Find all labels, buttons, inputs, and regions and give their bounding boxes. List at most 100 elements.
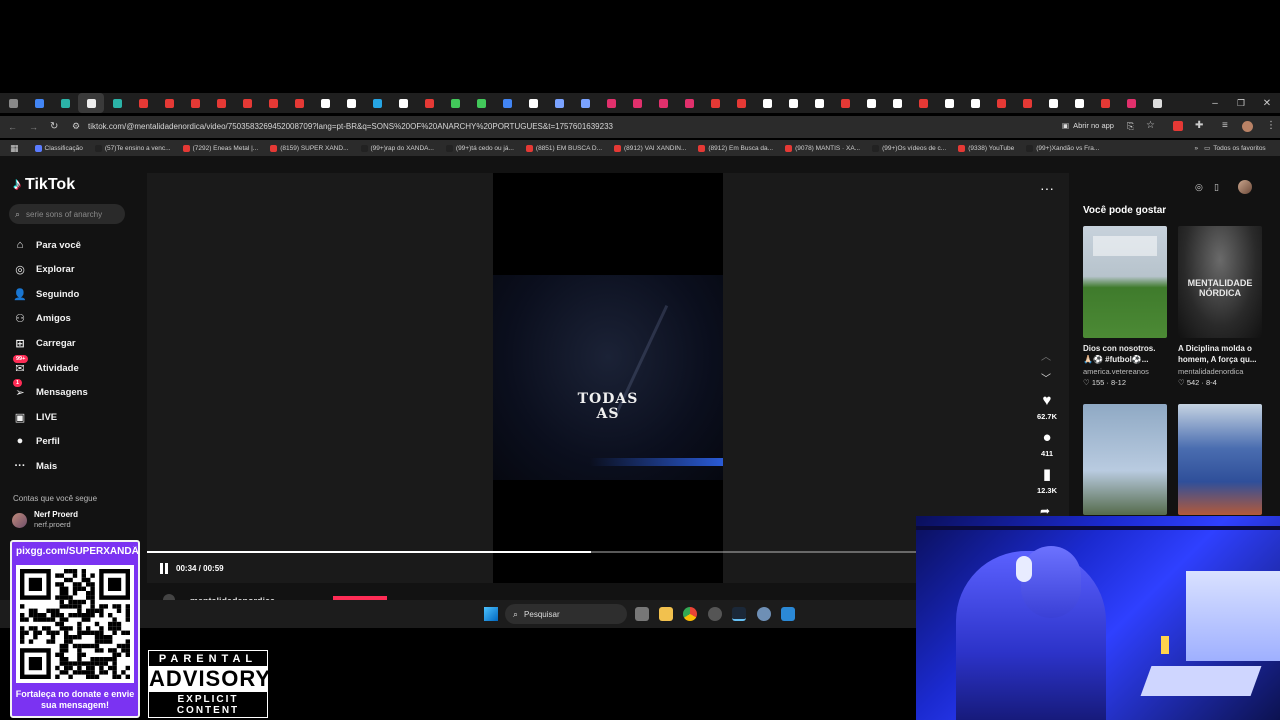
bookmark-item[interactable]: (99+)rap do XANDÃ...: [355, 144, 440, 152]
browser-tab[interactable]: [1092, 93, 1118, 113]
user-avatar[interactable]: [1238, 180, 1252, 194]
windows-start-icon[interactable]: [484, 607, 498, 621]
browser-tab[interactable]: [702, 93, 728, 113]
comment-action[interactable]: ● 411: [1034, 430, 1060, 459]
browser-tab[interactable]: [338, 93, 364, 113]
browser-tab[interactable]: [520, 93, 546, 113]
save-action[interactable]: ▮ 12.3K: [1034, 467, 1060, 496]
minimize-icon[interactable]: –: [1202, 98, 1228, 109]
bookmark-item[interactable]: (99+)tá cedo ou já...: [440, 144, 520, 152]
sidebar-item-live[interactable]: ▣ LIVE: [13, 410, 57, 424]
browser-tab[interactable]: [442, 93, 468, 113]
url-field[interactable]: tiktok.com/@mentalidadenordica/video/750…: [88, 122, 613, 131]
app-icon[interactable]: [781, 607, 795, 621]
browser-tab[interactable]: [364, 93, 390, 113]
tiktok-logo[interactable]: ♪ TikTok: [13, 176, 75, 194]
forward-icon[interactable]: →: [29, 122, 38, 132]
bookmark-item[interactable]: (9078) MANTIS · XA...: [779, 144, 866, 152]
extensions-icon[interactable]: ✚: [1195, 120, 1203, 131]
browser-tab[interactable]: [676, 93, 702, 113]
file-explorer-icon[interactable]: [659, 607, 673, 621]
browser-tab[interactable]: [884, 93, 910, 113]
suggestion-card[interactable]: [1083, 404, 1167, 515]
suggestion-card[interactable]: Dios con nosotros. 🙏🏻⚽ #futbol⚽... ameri…: [1083, 226, 1167, 387]
browser-tab[interactable]: [572, 93, 598, 113]
following-account[interactable]: Nerf Proerd nerf.proerd: [12, 510, 78, 530]
sidebar-item-amigos[interactable]: ⚇ Amigos: [13, 311, 71, 325]
browser-tab[interactable]: [52, 93, 78, 113]
active-tab[interactable]: [78, 93, 104, 113]
maximize-icon[interactable]: ❐: [1228, 98, 1254, 109]
compass-top-icon[interactable]: ◎: [1195, 182, 1203, 193]
sidebar-item-mensagens[interactable]: ➢ 1 Mensagens: [13, 379, 88, 399]
browser-tab[interactable]: [910, 93, 936, 113]
browser-tab[interactable]: [312, 93, 338, 113]
browser-tab[interactable]: [260, 93, 286, 113]
sidebar-item-atividade[interactable]: ✉ 99+ Atividade: [13, 355, 79, 375]
browser-tab[interactable]: [650, 93, 676, 113]
browser-tab[interactable]: [494, 93, 520, 113]
more-vert-icon[interactable]: ⋮: [1266, 120, 1276, 131]
suggestion-thumbnail[interactable]: MENTALIDADE NÓRDICA: [1178, 226, 1262, 338]
browser-tab[interactable]: [1014, 93, 1040, 113]
more-options-icon[interactable]: ···: [1040, 180, 1054, 196]
browser-tab[interactable]: [598, 93, 624, 113]
bookmark-item[interactable]: (99+)Xandão vs Fra...: [1020, 144, 1105, 152]
device-icon[interactable]: ▯: [1214, 182, 1219, 193]
like-action[interactable]: ♥ 62.7K: [1034, 393, 1060, 422]
all-favorites[interactable]: ▭ Todos os favoritos: [1204, 144, 1266, 153]
browser-tab[interactable]: [962, 93, 988, 113]
browser-tab[interactable]: [1066, 93, 1092, 113]
search-input[interactable]: ⌕ serie sons of anarchy: [9, 204, 125, 224]
browser-tab[interactable]: [416, 93, 442, 113]
browser-tab[interactable]: [156, 93, 182, 113]
browser-tab[interactable]: [1118, 93, 1144, 113]
menu-list-icon[interactable]: ≡: [1222, 120, 1228, 131]
browser-tab[interactable]: [780, 93, 806, 113]
back-icon[interactable]: ←: [8, 122, 17, 132]
profile-avatar-icon[interactable]: [1242, 121, 1253, 132]
task-view-icon[interactable]: [635, 607, 649, 621]
prev-video-icon[interactable]: ︿: [1041, 348, 1051, 363]
next-video-icon[interactable]: ﹀: [1041, 370, 1051, 385]
browser-tab[interactable]: [468, 93, 494, 113]
sidebar-item-para-voc-[interactable]: ⌂ Para você: [13, 238, 81, 252]
bookmark-item[interactable]: Classificação: [29, 144, 89, 152]
suggestion-thumbnail[interactable]: [1178, 404, 1262, 515]
steam-icon[interactable]: [732, 607, 746, 621]
chrome-icon[interactable]: [683, 607, 697, 621]
pause-icon[interactable]: [160, 563, 170, 574]
bookmark-item[interactable]: (99+)Os vídeos de c...: [866, 144, 952, 152]
bookmark-item[interactable]: (8912) Em Busca da...: [692, 144, 779, 152]
browser-tab[interactable]: [208, 93, 234, 113]
browser-tab[interactable]: [182, 93, 208, 113]
translate-icon[interactable]: ⎘: [1127, 121, 1134, 132]
close-window-icon[interactable]: ✕: [1254, 98, 1280, 109]
sidebar-item-seguindo[interactable]: 👤 Seguindo: [13, 287, 79, 301]
apps-grid-icon[interactable]: ▦: [0, 143, 29, 154]
suggestion-card[interactable]: [1178, 404, 1262, 515]
browser-tab[interactable]: [390, 93, 416, 113]
browser-tab[interactable]: [286, 93, 312, 113]
suggestion-thumbnail[interactable]: [1083, 226, 1167, 338]
sidebar-item-mais[interactable]: ··· Mais: [13, 459, 58, 473]
suggestion-thumbnail[interactable]: [1083, 404, 1167, 515]
open-in-app-button[interactable]: ▣ Abrir no app: [1062, 121, 1114, 130]
browser-tab[interactable]: [104, 93, 130, 113]
browser-tab[interactable]: [806, 93, 832, 113]
taskbar-search[interactable]: ⌕ Pesquisar: [505, 604, 627, 624]
browser-tab[interactable]: [130, 93, 156, 113]
bookmarks-overflow-icon[interactable]: »: [1189, 145, 1205, 152]
sidebar-item-perfil[interactable]: ● Perfil: [13, 434, 60, 448]
browser-tab[interactable]: [728, 93, 754, 113]
extension-icon[interactable]: [1173, 121, 1183, 131]
browser-tab[interactable]: [858, 93, 884, 113]
browser-tab[interactable]: [1144, 93, 1170, 113]
sidebar-item-carregar[interactable]: ⊞ Carregar: [13, 336, 75, 350]
suggestion-card[interactable]: MENTALIDADE NÓRDICA A Diciplina molda o …: [1178, 226, 1262, 387]
reload-icon[interactable]: ↻: [50, 121, 58, 132]
browser-tab[interactable]: [624, 93, 650, 113]
browser-tab[interactable]: [936, 93, 962, 113]
site-info-icon[interactable]: ⚙: [72, 121, 80, 132]
bookmark-item[interactable]: (8912) VAI XANDIN...: [608, 144, 692, 152]
